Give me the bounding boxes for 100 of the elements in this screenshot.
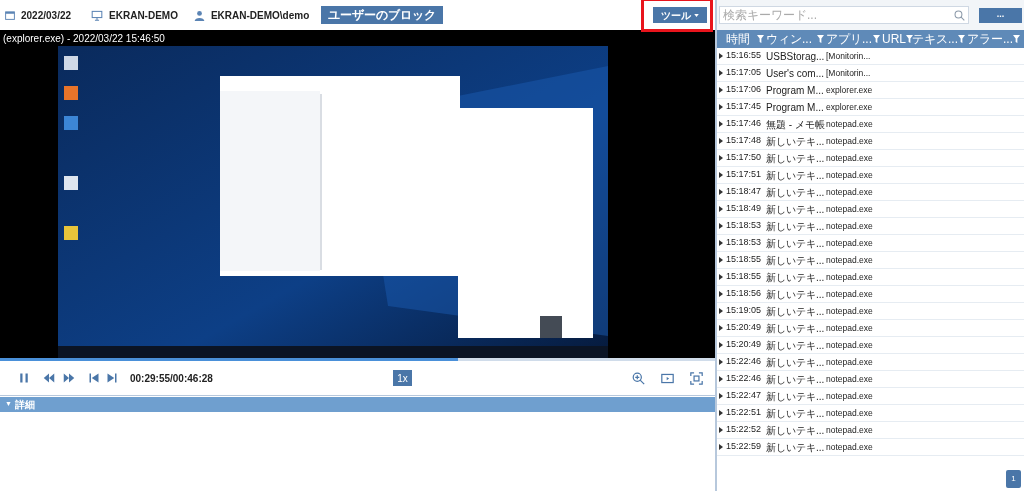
expand-icon[interactable]	[719, 274, 723, 280]
expand-icon[interactable]	[719, 104, 723, 110]
window-cell-text: 新しいテキ...	[765, 253, 825, 268]
expand-icon[interactable]	[719, 121, 723, 127]
time-cell-text: 15:17:05	[725, 66, 763, 80]
expand-icon[interactable]	[719, 325, 723, 331]
skip-back-icon[interactable]	[88, 372, 100, 384]
expand-icon[interactable]	[719, 223, 723, 229]
column-header[interactable]: アラー...	[967, 30, 1013, 48]
time-cell-text: 15:22:46	[725, 355, 763, 369]
time-cell-text: 15:18:55	[725, 270, 763, 284]
monitor-icon[interactable]	[91, 9, 104, 21]
application-cell-text: notepad.exe	[825, 355, 874, 369]
time-cell-text: 15:22:51	[725, 406, 763, 420]
application-cell-text: explorer.exe	[825, 83, 874, 97]
window-cell-text: 新しいテキ...	[765, 168, 825, 183]
filter-icon[interactable]	[958, 35, 965, 43]
time-cell-text: 15:18:47	[725, 185, 763, 199]
expand-icon[interactable]	[719, 240, 723, 246]
search-button[interactable]: ...	[979, 7, 1022, 23]
computer-name: EKRAN-DEMO	[109, 8, 178, 23]
user-icon[interactable]	[193, 9, 205, 21]
expand-icon[interactable]	[719, 291, 723, 297]
window-cell-text: 新しいテキ...	[765, 236, 825, 251]
window-cell-text: 新しいテキ...	[765, 389, 825, 404]
application-cell-text: notepad.exe	[825, 440, 874, 454]
time-cell-text: 15:17:06	[725, 83, 763, 97]
filter-icon[interactable]	[1013, 35, 1020, 43]
playback-time: 00:29:55/00:46:28	[130, 371, 213, 386]
column-header[interactable]: アプリ...	[826, 30, 872, 48]
screen-icon[interactable]	[661, 371, 674, 385]
application-cell-text: notepad.exe	[825, 236, 874, 250]
window-cell-text: 無題 - メモ帳	[765, 117, 825, 132]
expand-icon[interactable]	[719, 87, 723, 93]
column-header[interactable]: テキス...	[912, 30, 958, 48]
filter-icon[interactable]	[873, 35, 880, 43]
speed-button[interactable]: 1x	[393, 370, 412, 386]
expand-icon[interactable]	[719, 189, 723, 195]
application-cell-text: notepad.exe	[825, 117, 874, 131]
expand-icon[interactable]	[719, 359, 723, 365]
filter-icon[interactable]	[817, 35, 824, 43]
user-name: EKRAN-DEMO\demo	[210, 8, 310, 23]
window-cell-text: 新しいテキ...	[765, 321, 825, 336]
zoom-in-icon[interactable]	[632, 371, 645, 385]
filter-icon[interactable]	[906, 35, 913, 43]
search-icon[interactable]	[954, 9, 965, 21]
window-cell-text: 新しいテキ...	[765, 185, 825, 200]
application-cell-text: notepad.exe	[825, 372, 874, 386]
window-cell-text: 新しいテキ...	[765, 423, 825, 438]
time-cell-text: 15:18:56	[725, 287, 763, 301]
application-cell-text: notepad.exe	[825, 406, 874, 420]
expand-icon[interactable]	[719, 138, 723, 144]
expand-icon[interactable]	[719, 155, 723, 161]
expand-icon[interactable]	[719, 444, 723, 450]
details-label: 詳細	[14, 398, 35, 412]
time-cell-text: 15:17:46	[725, 117, 763, 131]
column-header[interactable]: ウィン...	[766, 30, 812, 48]
pause-icon[interactable]	[18, 372, 30, 384]
page-button[interactable]: 1	[1006, 470, 1021, 488]
time-cell-text: 15:17:50	[725, 151, 763, 165]
column-header[interactable]: URL	[882, 30, 906, 48]
block-user-button[interactable]: ユーザーのブロック	[321, 6, 444, 24]
window-cell-text: 新しいテキ...	[765, 304, 825, 319]
time-cell-text: 15:19:05	[725, 304, 763, 318]
expand-icon[interactable]	[719, 410, 723, 416]
expand-icon[interactable]	[719, 376, 723, 382]
time-cell-text: 15:17:48	[725, 134, 763, 148]
fast-forward-icon[interactable]	[62, 372, 76, 384]
time-cell-text: 15:22:47	[725, 389, 763, 403]
expand-icon[interactable]	[719, 172, 723, 178]
calendar-icon[interactable]	[5, 10, 15, 20]
fullscreen-icon[interactable]	[690, 371, 703, 385]
expand-icon[interactable]	[719, 308, 723, 314]
window-cell-text: Program M...	[765, 100, 825, 115]
application-cell-text: notepad.exe	[825, 202, 874, 216]
filter-icon[interactable]	[757, 35, 764, 43]
expand-icon[interactable]	[719, 393, 723, 399]
application-cell-text: [Monitorin...	[825, 66, 872, 80]
application-cell-text: notepad.exe	[825, 219, 874, 233]
time-cell-text: 15:17:45	[725, 100, 763, 114]
column-header[interactable]: 時間	[726, 30, 750, 48]
expand-icon[interactable]	[719, 53, 723, 59]
application-cell-text: notepad.exe	[825, 151, 874, 165]
expand-icon[interactable]	[719, 206, 723, 212]
application-cell-text: notepad.exe	[825, 423, 874, 437]
expand-icon[interactable]	[719, 70, 723, 76]
skip-forward-icon[interactable]	[106, 372, 118, 384]
expand-icon[interactable]	[719, 342, 723, 348]
window-cell-text: 新しいテキ...	[765, 338, 825, 353]
time-cell-text: 15:18:49	[725, 202, 763, 216]
tools-button[interactable]: ツール	[653, 7, 707, 23]
time-cell-text: 15:18:53	[725, 236, 763, 250]
window-cell-text: 新しいテキ...	[765, 372, 825, 387]
application-cell-text: [Monitorin...	[825, 49, 872, 63]
window-cell-text: 新しいテキ...	[765, 134, 825, 149]
application-cell-text: notepad.exe	[825, 389, 874, 403]
progress-track[interactable]	[0, 358, 715, 361]
rewind-icon[interactable]	[42, 372, 56, 384]
expand-icon[interactable]	[719, 427, 723, 433]
expand-icon[interactable]	[719, 257, 723, 263]
